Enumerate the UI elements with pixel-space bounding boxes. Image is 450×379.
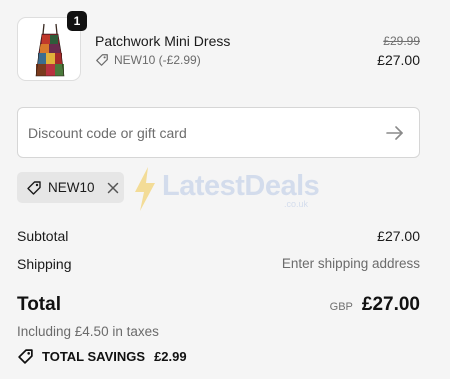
discounted-price: £27.00 xyxy=(377,52,420,68)
tag-icon xyxy=(27,180,41,195)
lightning-bolt-icon xyxy=(135,167,155,211)
discount-code-field-container xyxy=(17,107,420,158)
arrow-right-icon xyxy=(386,126,403,140)
subtotal-value: £27.00 xyxy=(377,228,420,244)
shipping-label: Shipping xyxy=(17,256,72,272)
product-name: Patchwork Mini Dress xyxy=(95,33,231,49)
tag-icon xyxy=(18,349,33,364)
remove-discount-button[interactable] xyxy=(107,182,119,194)
applied-discount-chip: NEW10 xyxy=(17,172,124,203)
product-discount-label: NEW10 (-£2.99) xyxy=(114,53,201,67)
close-icon xyxy=(107,182,118,193)
watermark-domain: .co.uk xyxy=(284,199,309,209)
total-savings-value: £2.99 xyxy=(154,349,187,364)
total-amount-group: GBP £27.00 xyxy=(330,294,420,316)
quantity-badge: 1 xyxy=(67,11,87,31)
currency-code: GBP xyxy=(329,301,353,313)
product-thumbnail-wrapper: 1 xyxy=(17,11,87,81)
tag-icon xyxy=(96,54,108,66)
subtotal-label: Subtotal xyxy=(17,228,69,244)
cart-line-item: 1 Patchwork Mini Dress NEW10 (-£2.99) £2… xyxy=(17,11,420,81)
shipping-row: Shipping Enter shipping address xyxy=(17,256,420,272)
discount-code-input[interactable] xyxy=(28,108,368,157)
total-label: Total xyxy=(17,294,61,315)
total-savings-label: TOTAL SAVINGS xyxy=(42,349,146,364)
subtotal-row: Subtotal £27.00 xyxy=(17,228,420,244)
total-savings: TOTAL SAVINGS £2.99 xyxy=(17,348,187,365)
total-amount: £27.00 xyxy=(361,294,420,315)
apply-discount-button[interactable] xyxy=(385,123,405,143)
watermark: LatestDeals .co.uk xyxy=(132,166,324,212)
applied-discount-code: NEW10 xyxy=(48,180,95,195)
product-discount: NEW10 (-£2.99) xyxy=(95,53,201,67)
shipping-value: Enter shipping address xyxy=(281,256,420,271)
taxes-note: Including £4.50 in taxes xyxy=(17,324,159,339)
original-price: £29.99 xyxy=(383,34,420,48)
